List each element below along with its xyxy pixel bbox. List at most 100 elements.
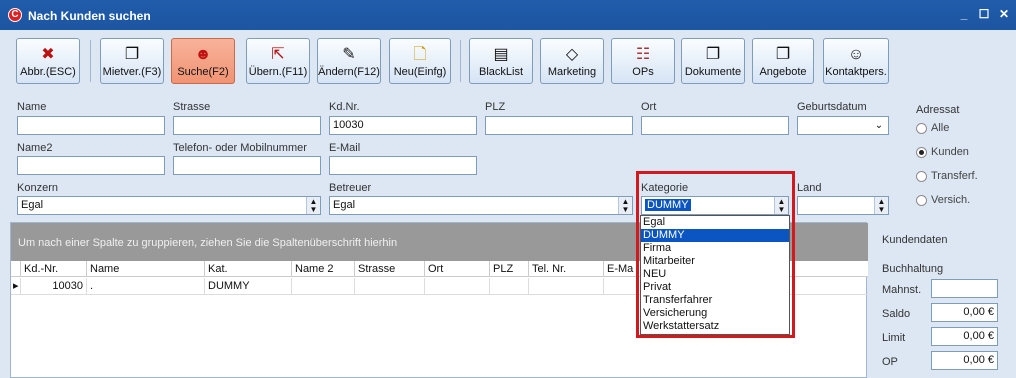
marketing-button[interactable]: ◇ Marketing bbox=[540, 38, 604, 84]
col-strasse[interactable]: Strasse bbox=[355, 261, 425, 277]
angebote-button[interactable]: ❐ Angebote bbox=[752, 38, 814, 84]
kategorie-option[interactable]: Transferfahrer bbox=[641, 294, 789, 307]
name-input[interactable] bbox=[17, 116, 165, 135]
kundendaten-heading: Kundendaten bbox=[882, 234, 948, 246]
col-plz[interactable]: PLZ bbox=[490, 261, 529, 277]
kategorie-option[interactable]: DUMMY bbox=[641, 229, 789, 242]
col-name2[interactable]: Name 2 bbox=[292, 261, 355, 277]
email-label: E-Mail bbox=[329, 142, 361, 154]
name2-label: Name2 bbox=[17, 142, 53, 154]
radio-icon[interactable] bbox=[916, 194, 927, 206]
kategorie-option[interactable]: Versicherung bbox=[641, 307, 789, 320]
strasse-label: Strasse bbox=[173, 101, 211, 113]
cell-telnr bbox=[529, 278, 604, 295]
mahnst-field[interactable] bbox=[931, 279, 998, 298]
app-logo-icon: C bbox=[8, 8, 22, 22]
cell-plz bbox=[490, 278, 529, 295]
buchhaltung-heading: Buchhaltung bbox=[882, 263, 944, 275]
documents-icon: ❐ bbox=[124, 46, 140, 63]
email-input[interactable] bbox=[329, 156, 477, 175]
row-pointer-icon: ▸ bbox=[11, 278, 21, 295]
dokumente-button[interactable]: ❐ Dokumente bbox=[681, 38, 745, 84]
ort-input[interactable] bbox=[641, 116, 789, 135]
aendern-button[interactable]: ✎ Ändern(F12) bbox=[317, 38, 381, 84]
maximize-button[interactable]: ☐ bbox=[976, 6, 992, 22]
blacklist-button[interactable]: ▤ BlackList bbox=[469, 38, 533, 84]
edit-icon: ✎ bbox=[342, 46, 356, 63]
plz-label: PLZ bbox=[485, 101, 506, 113]
kdnr-label: Kd.Nr. bbox=[329, 101, 360, 113]
kategorie-option[interactable]: Werkstattersatz bbox=[641, 320, 789, 333]
radio-icon[interactable] bbox=[916, 122, 927, 134]
betreuer-select[interactable]: Egal ▲ ▼ bbox=[329, 196, 633, 215]
x-icon: ✖ bbox=[41, 46, 55, 63]
op-label: OP bbox=[882, 356, 898, 368]
radio-versich[interactable]: Versich. bbox=[916, 194, 1006, 210]
mietver-button[interactable]: ❐ Mietver.(F3) bbox=[100, 38, 164, 84]
konzern-select[interactable]: Egal ▲ ▼ bbox=[17, 196, 321, 215]
cell-name: . bbox=[87, 278, 205, 295]
kategorie-option[interactable]: Egal bbox=[641, 216, 789, 229]
kategorie-option[interactable]: Mitarbeiter bbox=[641, 255, 789, 268]
name2-input[interactable] bbox=[17, 156, 165, 175]
land-label: Land bbox=[797, 182, 822, 194]
betreuer-label: Betreuer bbox=[329, 182, 372, 194]
title-bar: C Nach Kunden suchen _ ☐ ✕ bbox=[0, 0, 1016, 30]
strasse-input[interactable] bbox=[173, 116, 321, 135]
abbr-button[interactable]: ✖ Abbr.(ESC) bbox=[16, 38, 80, 84]
kdnr-input[interactable]: 10030 bbox=[329, 116, 477, 135]
ops-button[interactable]: ☷ OPs bbox=[611, 38, 675, 84]
toolbar-separator bbox=[460, 40, 461, 82]
user-icon: ☻ bbox=[194, 46, 212, 63]
window-title: Nach Kunden suchen bbox=[28, 9, 151, 23]
uebern-button[interactable]: ⇱ Übern.(F11) bbox=[246, 38, 310, 84]
plz-input[interactable] bbox=[485, 116, 633, 135]
spin-icon[interactable]: ▲ ▼ bbox=[874, 197, 888, 214]
account-side-panel: Kundendaten Buchhaltung Mahnst. Saldo 0,… bbox=[870, 220, 1016, 378]
adressat-group: Adressat Alle Kunden Transferf. Versich. bbox=[906, 104, 1004, 214]
radio-checked-icon[interactable] bbox=[916, 146, 927, 158]
col-kdnr[interactable]: Kd.-Nr. bbox=[21, 261, 87, 277]
customer-search-window: C Nach Kunden suchen _ ☐ ✕ ✖ Abbr.(ESC) ❐… bbox=[0, 0, 1016, 378]
neu-button[interactable]: 🗋 Neu(Einfg) bbox=[389, 38, 451, 84]
kategorie-option[interactable]: Firma bbox=[641, 242, 789, 255]
radio-alle[interactable]: Alle bbox=[916, 122, 1006, 138]
adressat-legend: Adressat bbox=[916, 104, 960, 116]
konzern-label: Konzern bbox=[17, 182, 58, 194]
transfer-icon: ⇱ bbox=[271, 46, 285, 63]
row-indicator-header bbox=[11, 261, 21, 277]
cell-ort bbox=[425, 278, 490, 295]
close-button[interactable]: ✕ bbox=[996, 6, 1012, 22]
cell-kdnr: 10030 bbox=[21, 278, 87, 295]
minimize-button[interactable]: _ bbox=[956, 6, 972, 22]
radio-label: Transferf. bbox=[931, 170, 978, 182]
toolbar: ✖ Abbr.(ESC) ❐ Mietver.(F3) ☻ Suche(F2) ⇱ Üb… bbox=[0, 30, 1016, 92]
limit-label: Limit bbox=[882, 332, 906, 344]
limit-field[interactable]: 0,00 € bbox=[931, 327, 998, 346]
col-name[interactable]: Name bbox=[87, 261, 205, 277]
col-ort[interactable]: Ort bbox=[425, 261, 490, 277]
suche-button[interactable]: ☻ Suche(F2) bbox=[171, 38, 235, 84]
geburtsdatum-label: Geburtsdatum bbox=[797, 101, 867, 113]
cell-name2 bbox=[292, 278, 355, 295]
eraser-icon: ◇ bbox=[565, 46, 579, 63]
chevron-down-icon[interactable]: ⌄ bbox=[871, 118, 887, 133]
saldo-field[interactable]: 0,00 € bbox=[931, 303, 998, 322]
kategorie-dropdown-list[interactable]: Egal DUMMY Firma Mitarbeiter NEU Privat … bbox=[640, 215, 790, 335]
radio-transferf[interactable]: Transferf. bbox=[916, 170, 1006, 186]
cell-strasse bbox=[355, 278, 425, 295]
radio-icon[interactable] bbox=[916, 170, 927, 182]
col-telnr[interactable]: Tel. Nr. bbox=[529, 261, 604, 277]
spin-icon[interactable]: ▲ ▼ bbox=[618, 197, 632, 214]
kategorie-option[interactable]: NEU bbox=[641, 268, 789, 281]
mahnst-label: Mahnst. bbox=[882, 284, 922, 296]
kategorie-option[interactable]: Privat bbox=[641, 281, 789, 294]
kontaktpers-button[interactable]: ☺ Kontaktpers. bbox=[823, 38, 889, 84]
op-field[interactable]: 0,00 € bbox=[931, 351, 998, 370]
documents-icon: ❐ bbox=[775, 46, 791, 63]
radio-kunden[interactable]: Kunden bbox=[916, 146, 1006, 162]
spin-icon[interactable]: ▲ ▼ bbox=[306, 197, 320, 214]
col-kat[interactable]: Kat. bbox=[205, 261, 292, 277]
land-select[interactable]: ▲ ▼ bbox=[797, 196, 889, 215]
telefon-input[interactable] bbox=[173, 156, 321, 175]
